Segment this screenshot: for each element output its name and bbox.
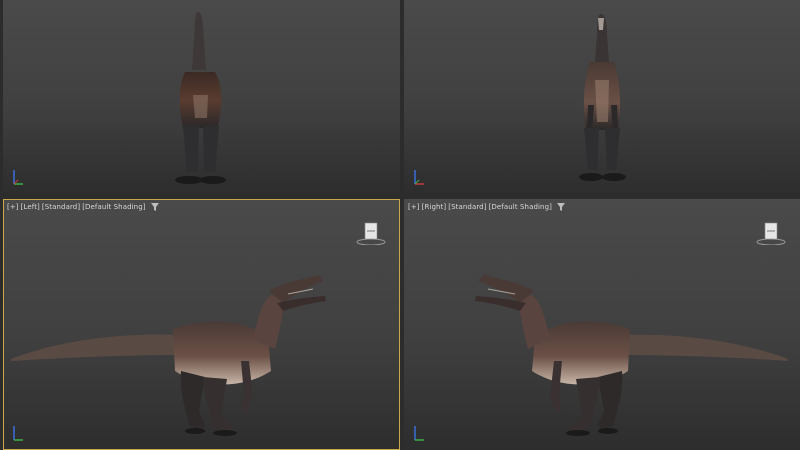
dinosaur-right-view[interactable] (404, 199, 800, 450)
axis-gizmo-icon (414, 426, 424, 441)
axis-gizmo-icon (13, 170, 23, 185)
dinosaur-back-view[interactable] (3, 0, 400, 194)
dinosaur-left-view[interactable] (3, 199, 400, 450)
axis-gizmo-icon (13, 426, 23, 441)
viewport-left[interactable]: [+] [Left] [Standard] [Default Shading] (3, 199, 400, 450)
viewport-front[interactable] (404, 0, 800, 194)
dinosaur-front-view[interactable] (404, 0, 800, 194)
axis-gizmo-icon (414, 170, 424, 185)
viewport-right[interactable]: [+] [Right] [Standard] [Default Shading] (404, 199, 800, 450)
viewport-back[interactable] (3, 0, 400, 194)
